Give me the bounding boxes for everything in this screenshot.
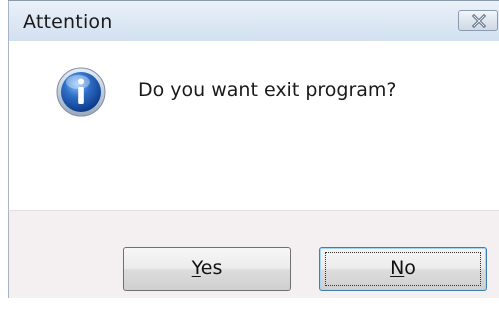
window-bottom-edge	[0, 298, 499, 322]
info-icon	[56, 67, 106, 117]
close-button[interactable]	[458, 10, 498, 31]
button-area: Yes No	[8, 210, 499, 299]
title-bar[interactable]: Attention	[8, 1, 499, 41]
dialog-window: Attention Do you want exit program? Yes …	[0, 0, 499, 322]
yes-label-rest: es	[200, 257, 223, 279]
no-label-rest: o	[404, 257, 416, 279]
no-mnemonic: N	[390, 257, 405, 279]
yes-mnemonic: Y	[191, 257, 201, 279]
close-icon	[471, 14, 487, 28]
no-button[interactable]: No	[319, 247, 487, 291]
yes-button[interactable]: Yes	[123, 247, 291, 291]
message-text: Do you want exit program?	[138, 79, 397, 101]
window-title: Attention	[23, 11, 113, 33]
